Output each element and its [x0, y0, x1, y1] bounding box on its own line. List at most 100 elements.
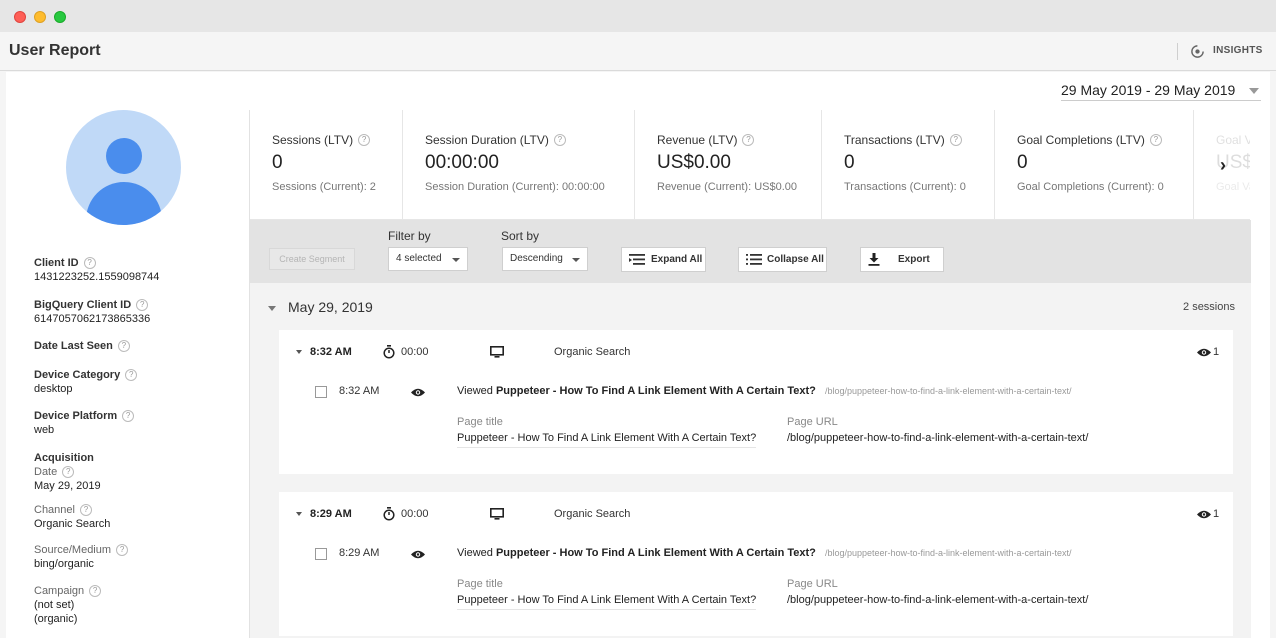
close-window-button[interactable] — [14, 11, 26, 23]
filter-select[interactable]: 4 selected — [388, 247, 468, 271]
chevron-down-icon[interactable] — [296, 512, 302, 516]
client-id-field: Client ID? 1431223252.1559098744 — [34, 256, 159, 284]
help-icon[interactable]: ? — [79, 504, 92, 516]
right-gutter — [1251, 260, 1270, 638]
source-medium-label: Source/Medium — [34, 544, 112, 556]
session-time[interactable]: 8:29 AM — [310, 508, 352, 520]
metric-label: Transactions (LTV) — [844, 133, 945, 147]
hit-time: 8:32 AM — [339, 385, 380, 397]
device-platform-value: web — [34, 424, 55, 436]
hit-checkbox[interactable] — [315, 548, 327, 560]
metric-current: Goal Va — [1216, 181, 1250, 193]
collapse-all-icon — [746, 254, 762, 265]
hit-summary[interactable]: Viewed Puppeteer - How To Find A Link El… — [457, 385, 1072, 397]
chevron-right-icon[interactable]: › — [1220, 155, 1226, 176]
page-url-value: /blog/puppeteer-how-to-find-a-link-eleme… — [787, 432, 1089, 444]
insights-button[interactable]: INSIGHTS — [1213, 45, 1263, 56]
session-date-heading: May 29, 2019 — [288, 299, 373, 315]
channel-label: Channel — [34, 504, 75, 516]
stopwatch-icon — [383, 345, 395, 359]
help-icon[interactable]: ? — [358, 134, 371, 146]
avatar-body-shape — [86, 182, 162, 225]
chevron-down-icon[interactable] — [296, 350, 302, 354]
hit-page-url: /blog/puppeteer-how-to-find-a-link-eleme… — [824, 386, 1072, 396]
report-content: 29 May 2019 - 29 May 2019 Client ID? 143… — [6, 72, 1270, 638]
acquisition-date-value: May 29, 2019 — [34, 480, 101, 492]
page-title-value: Puppeteer - How To Find A Link Element W… — [457, 432, 757, 448]
session-views: 1 — [1213, 346, 1220, 358]
filter-by-label: Filter by — [388, 229, 431, 243]
help-icon[interactable]: ? — [117, 340, 130, 352]
help-icon[interactable]: ? — [1149, 134, 1162, 146]
help-icon[interactable]: ? — [742, 134, 755, 146]
collapse-all-label: Collapse All — [767, 254, 824, 265]
bigquery-client-id-field: BigQuery Client ID? 6147057062173865336 — [34, 298, 150, 326]
acquisition-title: Acquisition — [34, 452, 94, 464]
chevron-down-icon — [1249, 88, 1259, 94]
sessions-list: May 29, 2019 2 sessions 8:32 AM 00:00 Or… — [250, 283, 1251, 638]
page-url-value: /blog/puppeteer-how-to-find-a-link-eleme… — [787, 594, 1089, 606]
campaign-value-secondary: (organic) — [34, 613, 78, 625]
maximize-window-button[interactable] — [54, 11, 66, 23]
session-card: 8:32 AM 00:00 Organic Search 1 8:32 AM V… — [279, 330, 1233, 474]
avatar — [66, 110, 181, 225]
filter-select-value: 4 selected — [396, 253, 442, 264]
help-icon[interactable]: ? — [89, 585, 102, 597]
page-url-label: Page URL — [787, 578, 838, 590]
export-label: Export — [898, 254, 930, 265]
metric-value: 00:00:00 — [425, 152, 499, 173]
channel-value: Organic Search — [34, 518, 111, 530]
sort-select-value: Descending — [510, 253, 563, 264]
client-id-label: Client ID — [34, 257, 79, 269]
metric-label: Session Duration (LTV) — [425, 133, 549, 147]
metric-current: Revenue (Current): US$0.00 — [657, 181, 798, 193]
session-time[interactable]: 8:32 AM — [310, 346, 352, 358]
app-window: User Report INSIGHTS 29 May 2019 - 29 Ma… — [0, 32, 1276, 638]
help-icon[interactable]: ? — [83, 257, 96, 269]
session-duration: 00:00 — [401, 508, 429, 520]
metric-label: Revenue (LTV) — [657, 133, 738, 147]
metric-label: Sessions (LTV) — [272, 133, 354, 147]
export-button[interactable]: Export — [860, 247, 944, 272]
client-id-value: 1431223252.1559098744 — [34, 271, 160, 283]
campaign-label: Campaign — [34, 585, 85, 597]
page-title-value: Puppeteer - How To Find A Link Element W… — [457, 594, 757, 610]
help-icon[interactable]: ? — [949, 134, 962, 146]
date-range-picker[interactable]: 29 May 2019 - 29 May 2019 — [1061, 81, 1261, 101]
device-platform-field: Device Platform? web — [34, 409, 135, 437]
date-last-seen-label: Date Last Seen — [34, 340, 113, 352]
expand-all-button[interactable]: Expand All — [621, 247, 706, 272]
collapse-all-button[interactable]: Collapse All — [738, 247, 827, 272]
metric-value: 0 — [844, 152, 855, 173]
help-icon[interactable]: ? — [122, 410, 135, 422]
insights-icon[interactable] — [1190, 44, 1205, 59]
metric-current: Goal Completions (Current): 0 — [1017, 181, 1164, 193]
hit-checkbox[interactable] — [315, 386, 327, 398]
expand-all-label: Expand All — [651, 254, 703, 265]
metric-session-duration: Session Duration (LTV)? 00:00:00 Session… — [403, 110, 635, 219]
metric-value: US$0.00 — [657, 152, 731, 173]
hit-summary[interactable]: Viewed Puppeteer - How To Find A Link El… — [457, 547, 1072, 559]
sort-select[interactable]: Descending — [502, 247, 588, 271]
campaign-field: Campaign? (not set) (organic) — [34, 584, 102, 626]
expand-all-icon — [629, 254, 645, 265]
help-icon[interactable]: ? — [62, 466, 75, 478]
chevron-down-icon[interactable] — [268, 306, 276, 311]
minimize-window-button[interactable] — [34, 11, 46, 23]
create-segment-button[interactable]: Create Segment — [269, 248, 355, 270]
metric-value: 0 — [272, 152, 283, 173]
help-icon[interactable]: ? — [553, 134, 566, 146]
chevron-down-icon — [452, 258, 460, 262]
help-icon[interactable]: ? — [125, 369, 138, 381]
help-icon[interactable]: ? — [136, 299, 149, 311]
avatar-head-shape — [106, 138, 142, 174]
metric-sessions: Sessions (LTV)? 0 Sessions (Current): 2 — [250, 110, 403, 219]
metric-current: Session Duration (Current): 00:00:00 — [425, 181, 605, 193]
hit-viewed-prefix: Viewed — [457, 547, 493, 559]
session-toolbar: Create Segment Filter by 4 selected Sort… — [250, 220, 1251, 283]
report-header: User Report INSIGHTS — [0, 32, 1276, 71]
help-icon[interactable]: ? — [116, 544, 129, 556]
hit-page-title: Puppeteer - How To Find A Link Element W… — [495, 385, 816, 397]
date-last-seen-field: Date Last Seen? — [34, 339, 130, 353]
session-count: 2 sessions — [1183, 301, 1235, 313]
